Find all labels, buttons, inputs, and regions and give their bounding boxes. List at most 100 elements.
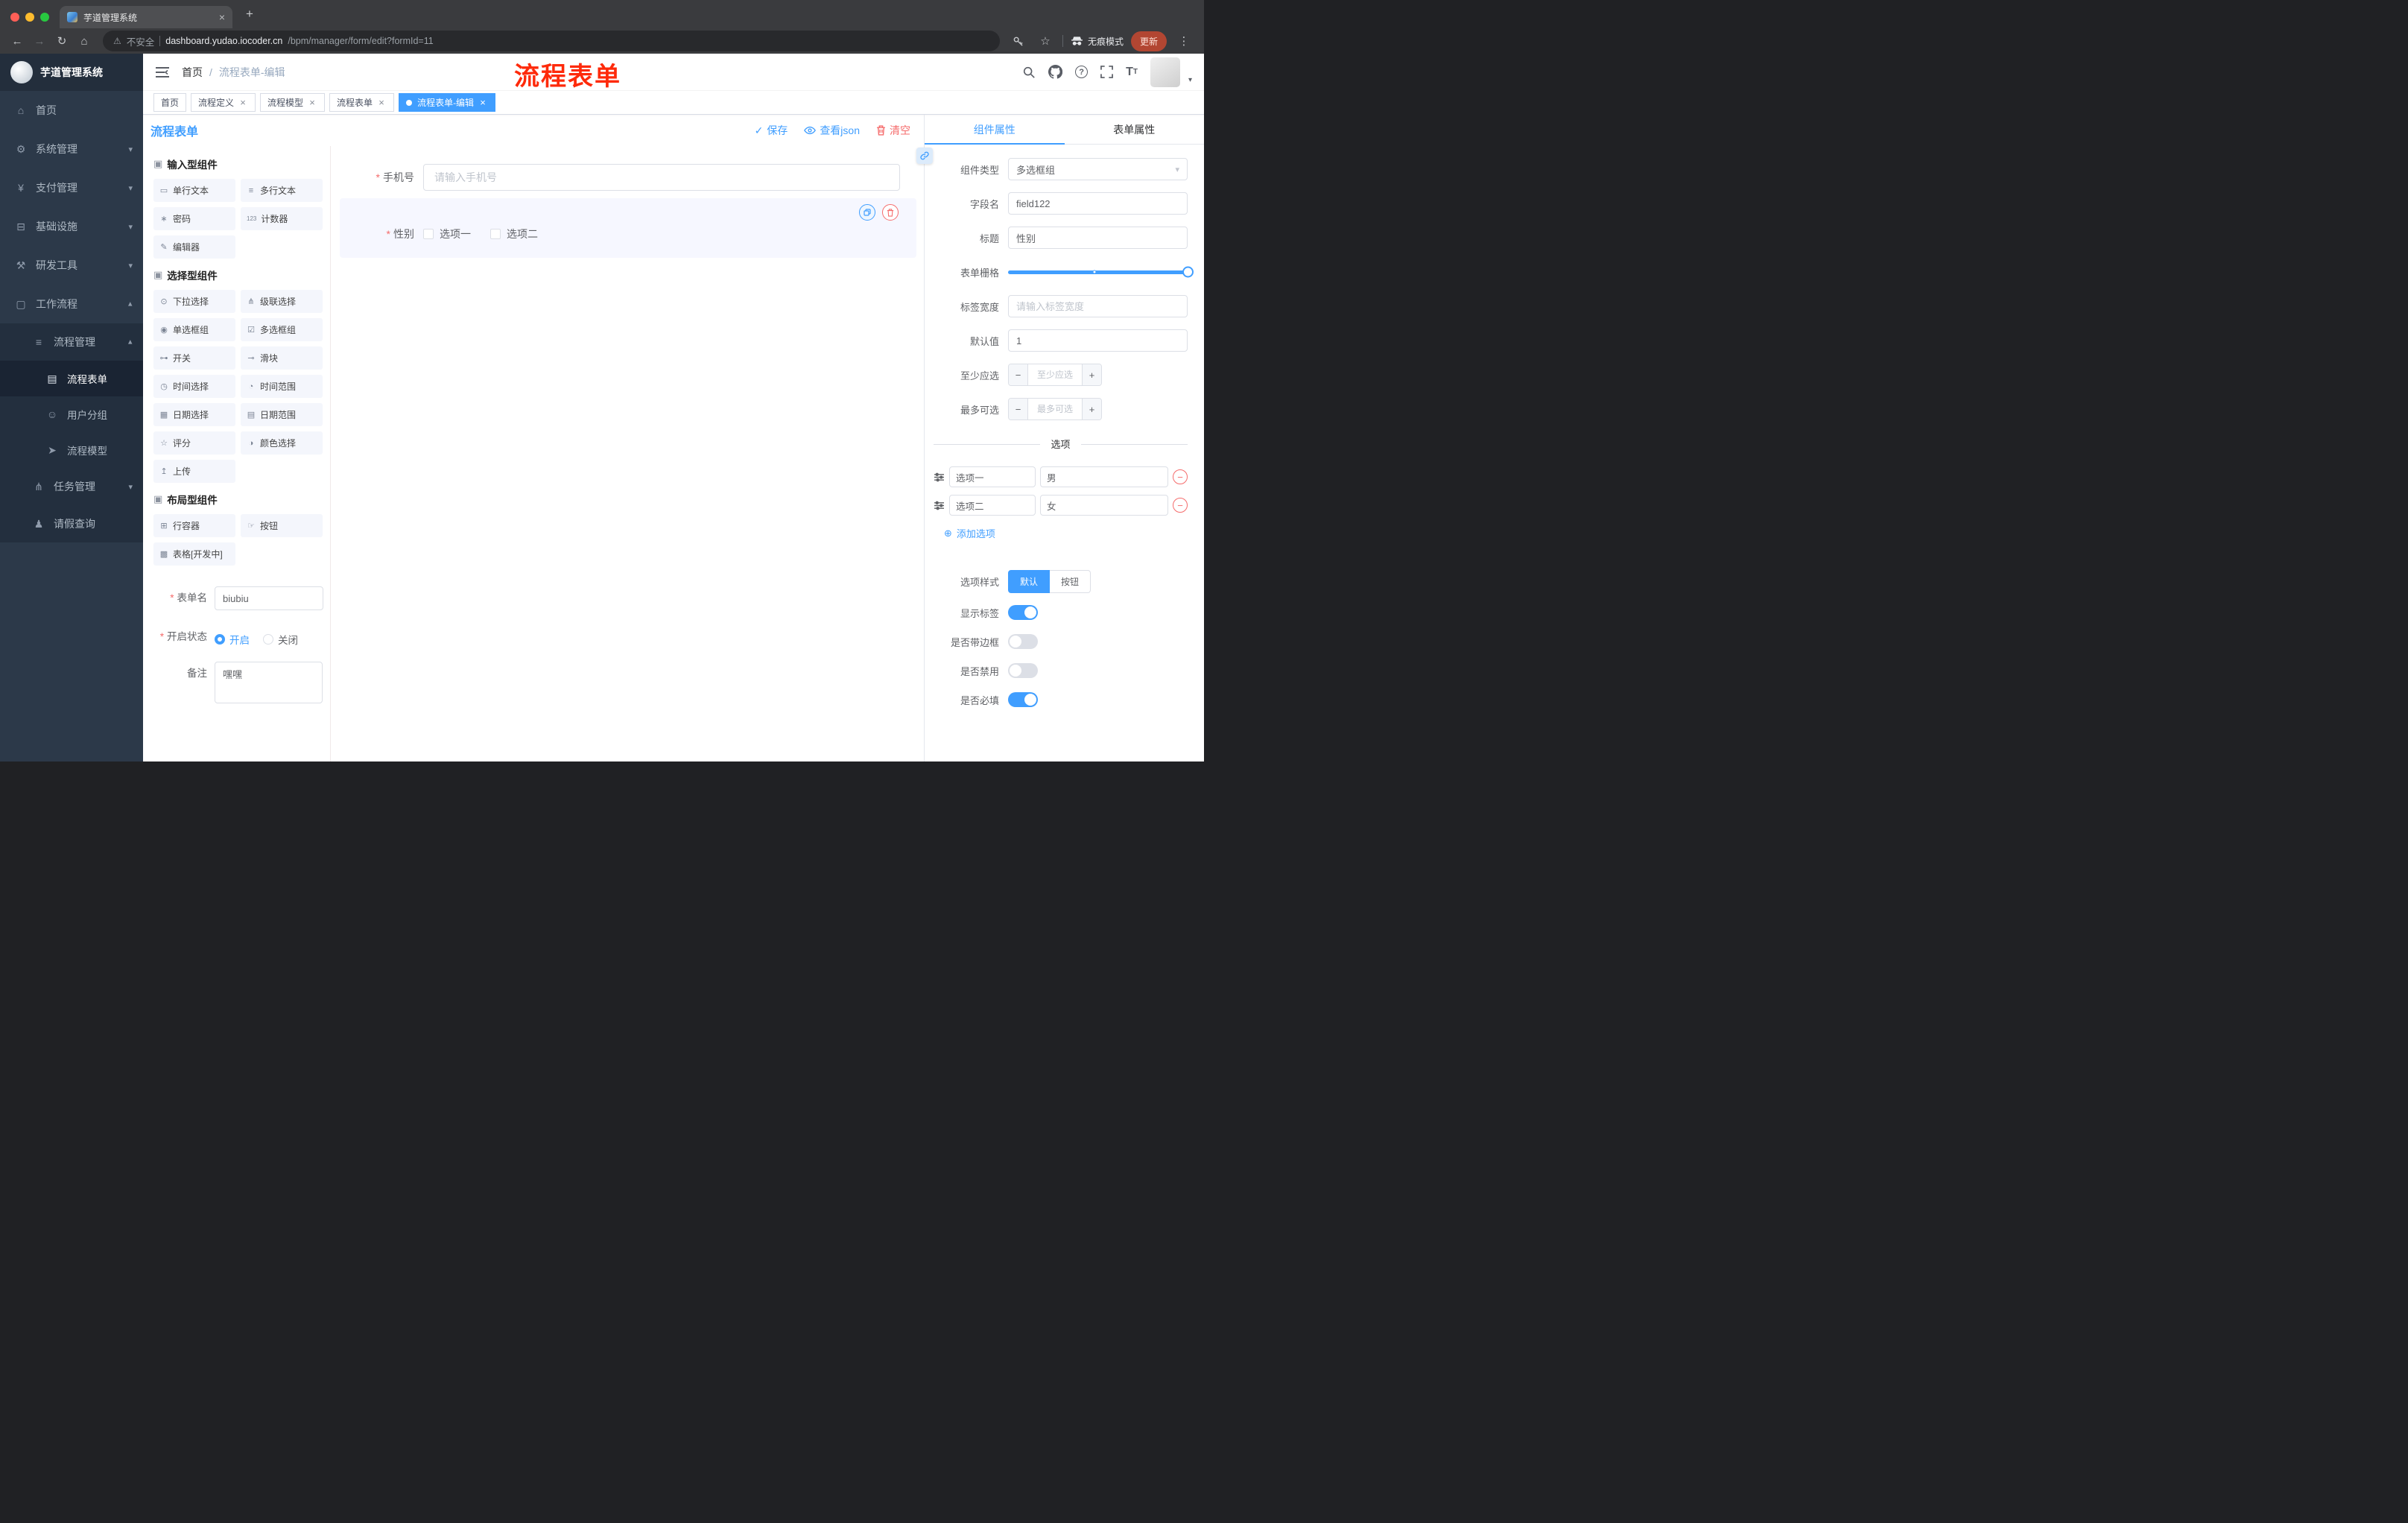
forward-button[interactable]: →: [30, 31, 49, 51]
gender-option2-checkbox[interactable]: 选项二: [490, 227, 538, 241]
palette-item-editor[interactable]: ✎ 编辑器: [153, 235, 235, 259]
form-field-gender-selected[interactable]: 性别 选项一 选项二: [340, 198, 916, 258]
style-button-button[interactable]: 按钮: [1050, 570, 1091, 593]
sidebar-item-process-form[interactable]: ▤ 流程表单: [0, 361, 143, 396]
palette-item-checkbox-group[interactable]: ☑ 多选框组: [241, 318, 323, 341]
palette-item-slider[interactable]: ⊸ 滑块: [241, 346, 323, 370]
tag-close-icon[interactable]: ×: [376, 97, 387, 108]
clear-button[interactable]: 清空: [876, 123, 910, 138]
incognito-badge[interactable]: 无痕模式: [1071, 35, 1124, 48]
tag-close-icon[interactable]: ×: [478, 97, 488, 108]
browser-tab[interactable]: 芋道管理系统 ×: [60, 6, 232, 28]
palette-item-date-picker[interactable]: ▦ 日期选择: [153, 403, 235, 426]
sidebar-item-infrastructure[interactable]: ⊟ 基础设施 ▾: [0, 207, 143, 246]
bookmark-star-icon[interactable]: ☆: [1036, 31, 1055, 51]
sidebar-item-workflow[interactable]: ▢ 工作流程 ▾: [0, 285, 143, 323]
tag-process-form-edit[interactable]: 流程表单-编辑 ×: [399, 93, 496, 112]
required-switch[interactable]: [1008, 692, 1038, 707]
max-select-input[interactable]: [1028, 399, 1082, 419]
palette-item-color-picker[interactable]: ◑ 颜色选择: [241, 431, 323, 455]
sidebar-item-user-group[interactable]: ☺ 用户分组: [0, 396, 143, 432]
avatar-caret-icon[interactable]: ▾: [1188, 76, 1192, 87]
sidebar-item-system[interactable]: ⚙ 系统管理 ▾: [0, 130, 143, 168]
status-off-radio[interactable]: 关闭: [263, 632, 298, 647]
show-label-switch[interactable]: [1008, 605, 1038, 620]
palette-item-counter[interactable]: 123 计数器: [241, 207, 323, 230]
option-value-input[interactable]: [1040, 495, 1168, 516]
stepper-minus-button[interactable]: −: [1009, 399, 1028, 419]
option-value-input[interactable]: [1040, 466, 1168, 487]
delete-component-button[interactable]: [882, 204, 899, 221]
option-label-input[interactable]: [949, 466, 1036, 487]
component-type-select[interactable]: 多选框组 ▾: [1008, 158, 1188, 180]
reload-button[interactable]: ↻: [52, 31, 72, 51]
sidebar-item-devtools[interactable]: ⚒ 研发工具 ▾: [0, 246, 143, 285]
palette-item-table[interactable]: ▩ 表格[开发中]: [153, 542, 235, 566]
sidebar-item-home[interactable]: ⌂ 首页: [0, 91, 143, 130]
search-icon[interactable]: [1022, 66, 1036, 79]
border-switch[interactable]: [1008, 634, 1038, 649]
tab-form-props[interactable]: 表单属性: [1065, 115, 1205, 144]
tag-close-icon[interactable]: ×: [307, 97, 317, 108]
drag-handle-icon[interactable]: [934, 472, 945, 482]
min-select-input[interactable]: [1028, 364, 1082, 385]
view-json-button[interactable]: 查看json: [804, 123, 860, 138]
link-icon[interactable]: [916, 148, 933, 164]
tag-process-definition[interactable]: 流程定义 ×: [191, 93, 256, 112]
style-default-button[interactable]: 默认: [1008, 570, 1051, 593]
grid-slider[interactable]: [1008, 261, 1194, 283]
stepper-minus-button[interactable]: −: [1009, 364, 1028, 385]
palette-item-radio-group[interactable]: ◉ 单选框组: [153, 318, 235, 341]
palette-item-select[interactable]: ⊙ 下拉选择: [153, 290, 235, 313]
slider-handle[interactable]: [1182, 266, 1194, 278]
browser-menu-icon[interactable]: ⋮: [1174, 31, 1194, 51]
back-button[interactable]: ←: [7, 31, 27, 51]
fullscreen-icon[interactable]: [1100, 66, 1113, 78]
palette-item-time-picker[interactable]: ◷ 时间选择: [153, 375, 235, 398]
copy-component-button[interactable]: [859, 204, 875, 221]
palette-item-switch[interactable]: ⊶ 开关: [153, 346, 235, 370]
tag-process-form[interactable]: 流程表单 ×: [329, 93, 395, 112]
sidebar-item-process-model[interactable]: ➤ 流程模型: [0, 432, 143, 468]
title-input[interactable]: [1008, 227, 1188, 249]
add-option-button[interactable]: ⊕ 添加选项: [944, 526, 1188, 540]
form-remark-textarea[interactable]: 嘿嘿: [215, 662, 323, 703]
status-on-radio[interactable]: 开启: [215, 632, 250, 647]
palette-item-multi-line-text[interactable]: ≡ 多行文本: [241, 179, 323, 202]
gender-option1-checkbox[interactable]: 选项一: [423, 227, 471, 241]
tab-component-props[interactable]: 组件属性: [925, 115, 1065, 145]
user-avatar[interactable]: [1150, 57, 1180, 87]
stepper-plus-button[interactable]: +: [1082, 364, 1101, 385]
palette-item-rate[interactable]: ☆ 评分: [153, 431, 235, 455]
save-button[interactable]: ✓ 保存: [755, 123, 788, 138]
sidebar-item-payment[interactable]: ¥ 支付管理 ▾: [0, 168, 143, 207]
palette-item-row-container[interactable]: ⊞ 行容器: [153, 514, 235, 537]
sidebar-logo[interactable]: 芋道管理系统: [0, 54, 143, 91]
tag-close-icon[interactable]: ×: [238, 97, 248, 108]
tag-process-model[interactable]: 流程模型 ×: [260, 93, 326, 112]
palette-item-upload[interactable]: ↥ 上传: [153, 460, 235, 483]
minimize-window-button[interactable]: [25, 13, 34, 22]
font-size-icon[interactable]: TT: [1126, 66, 1138, 79]
disabled-switch[interactable]: [1008, 663, 1038, 678]
sidebar-item-process-management[interactable]: ≡ 流程管理 ▾: [0, 323, 143, 361]
form-name-input[interactable]: [215, 586, 323, 610]
palette-item-single-line-text[interactable]: ▭ 单行文本: [153, 179, 235, 202]
breadcrumb-home[interactable]: 首页: [182, 65, 203, 80]
palette-item-cascader[interactable]: ⋔ 级联选择: [241, 290, 323, 313]
palette-item-button[interactable]: ☞ 按钮: [241, 514, 323, 537]
field-name-input[interactable]: [1008, 192, 1188, 215]
sidebar-item-task-management[interactable]: ⋔ 任务管理 ▾: [0, 468, 143, 505]
option-label-input[interactable]: [949, 495, 1036, 516]
update-button[interactable]: 更新: [1130, 31, 1167, 51]
help-icon[interactable]: ?: [1075, 66, 1089, 78]
palette-item-date-range[interactable]: ▤ 日期范围: [241, 403, 323, 426]
browser-home-button[interactable]: ⌂: [75, 31, 94, 51]
tag-home[interactable]: 首页: [153, 93, 187, 112]
new-tab-button[interactable]: +: [240, 4, 259, 24]
default-value-input[interactable]: [1008, 329, 1188, 352]
drag-handle-icon[interactable]: [934, 501, 945, 510]
phone-input[interactable]: [423, 164, 900, 191]
remove-option-button[interactable]: −: [1173, 469, 1188, 484]
hamburger-icon[interactable]: [155, 64, 171, 80]
